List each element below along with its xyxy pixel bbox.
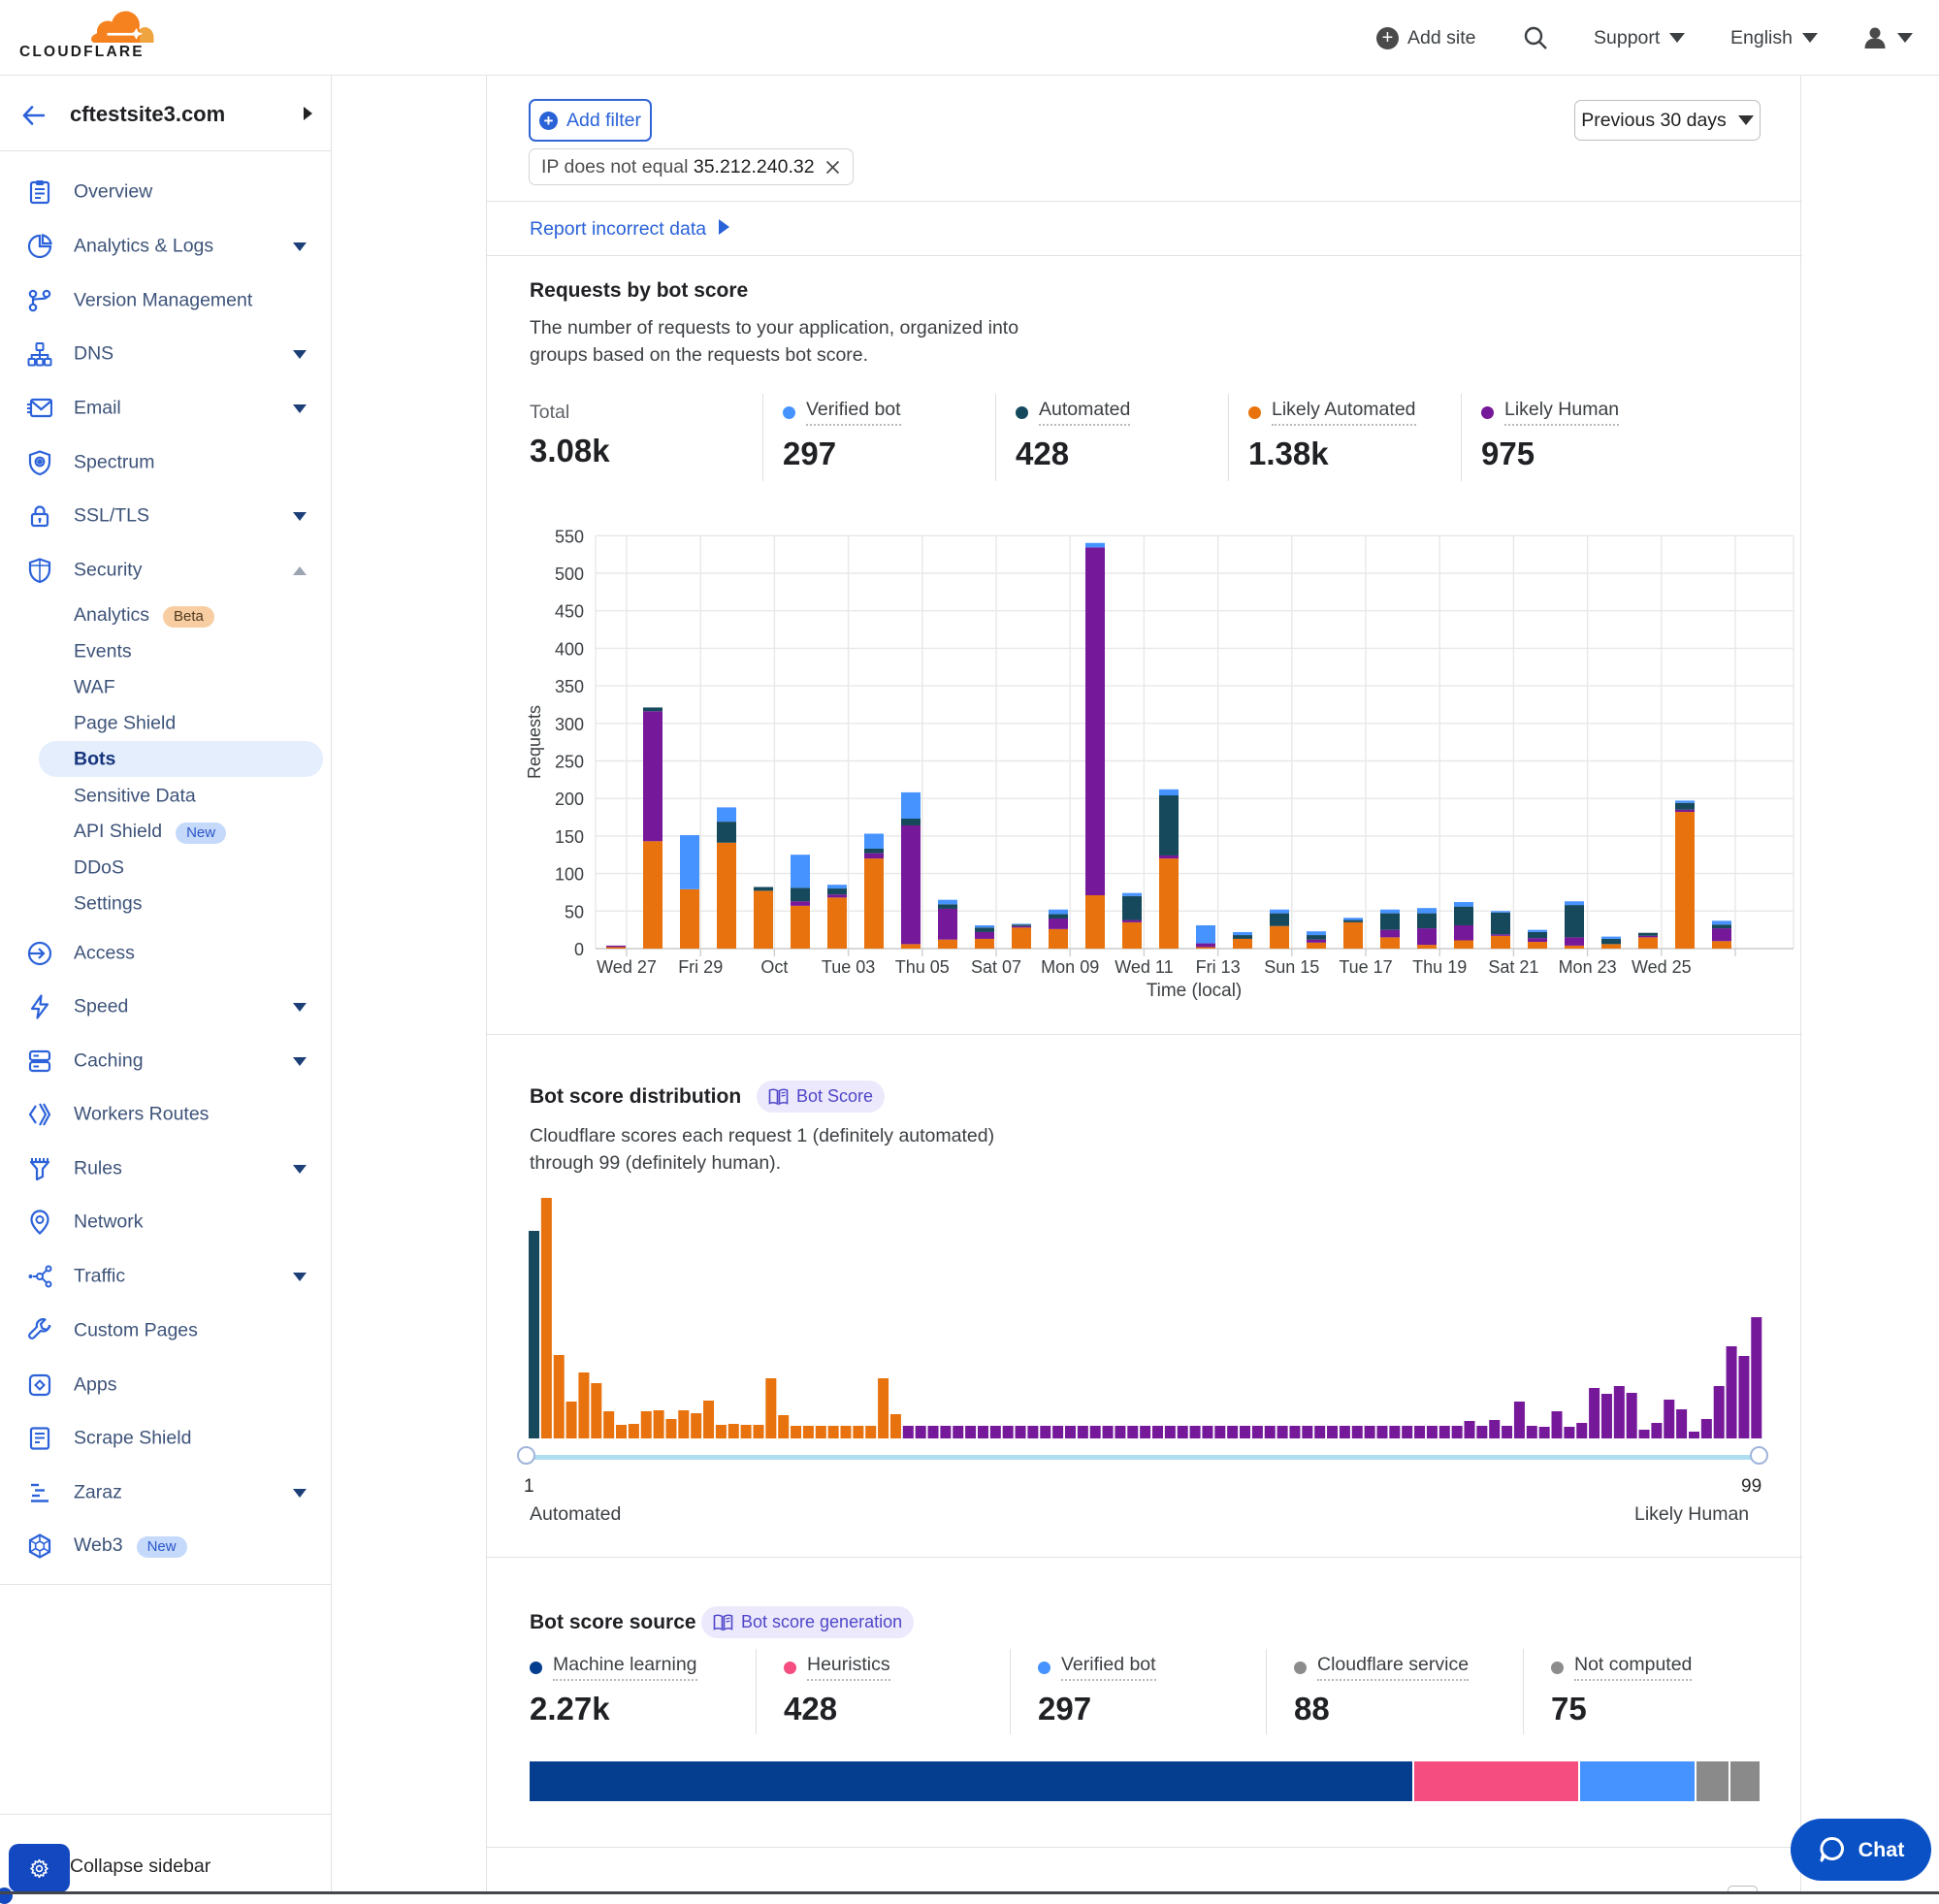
svg-text:Time (local): Time (local) bbox=[1147, 981, 1243, 1001]
svg-text:Thu 19: Thu 19 bbox=[1412, 957, 1467, 977]
svg-text:150: 150 bbox=[555, 827, 584, 847]
svg-text:Sun 15: Sun 15 bbox=[1264, 957, 1319, 977]
svg-text:50: 50 bbox=[565, 902, 584, 921]
svg-text:350: 350 bbox=[555, 677, 584, 696]
svg-text:Sat 21: Sat 21 bbox=[1488, 957, 1538, 977]
svg-text:550: 550 bbox=[555, 527, 584, 546]
svg-text:Wed 11: Wed 11 bbox=[1115, 957, 1173, 977]
svg-text:Sat 07: Sat 07 bbox=[971, 957, 1021, 977]
svg-text:250: 250 bbox=[555, 753, 584, 772]
svg-text:Thu 05: Thu 05 bbox=[895, 957, 950, 977]
svg-text:300: 300 bbox=[555, 715, 584, 734]
svg-text:Tue 03: Tue 03 bbox=[822, 957, 875, 977]
svg-text:Requests: Requests bbox=[525, 705, 544, 779]
svg-text:100: 100 bbox=[555, 865, 584, 885]
svg-text:Tue 17: Tue 17 bbox=[1339, 957, 1392, 977]
svg-text:0: 0 bbox=[574, 940, 584, 959]
svg-text:400: 400 bbox=[555, 639, 584, 659]
svg-text:200: 200 bbox=[555, 790, 584, 809]
svg-text:Fri 29: Fri 29 bbox=[678, 957, 723, 977]
svg-text:500: 500 bbox=[555, 565, 584, 584]
svg-text:Mon 09: Mon 09 bbox=[1041, 957, 1099, 977]
svg-text:Fri 13: Fri 13 bbox=[1196, 957, 1241, 977]
svg-text:Wed 25: Wed 25 bbox=[1632, 957, 1692, 977]
svg-text:Wed 27: Wed 27 bbox=[597, 957, 657, 977]
svg-text:Oct: Oct bbox=[760, 957, 788, 977]
svg-text:450: 450 bbox=[555, 602, 584, 622]
svg-text:Mon 23: Mon 23 bbox=[1559, 957, 1617, 977]
